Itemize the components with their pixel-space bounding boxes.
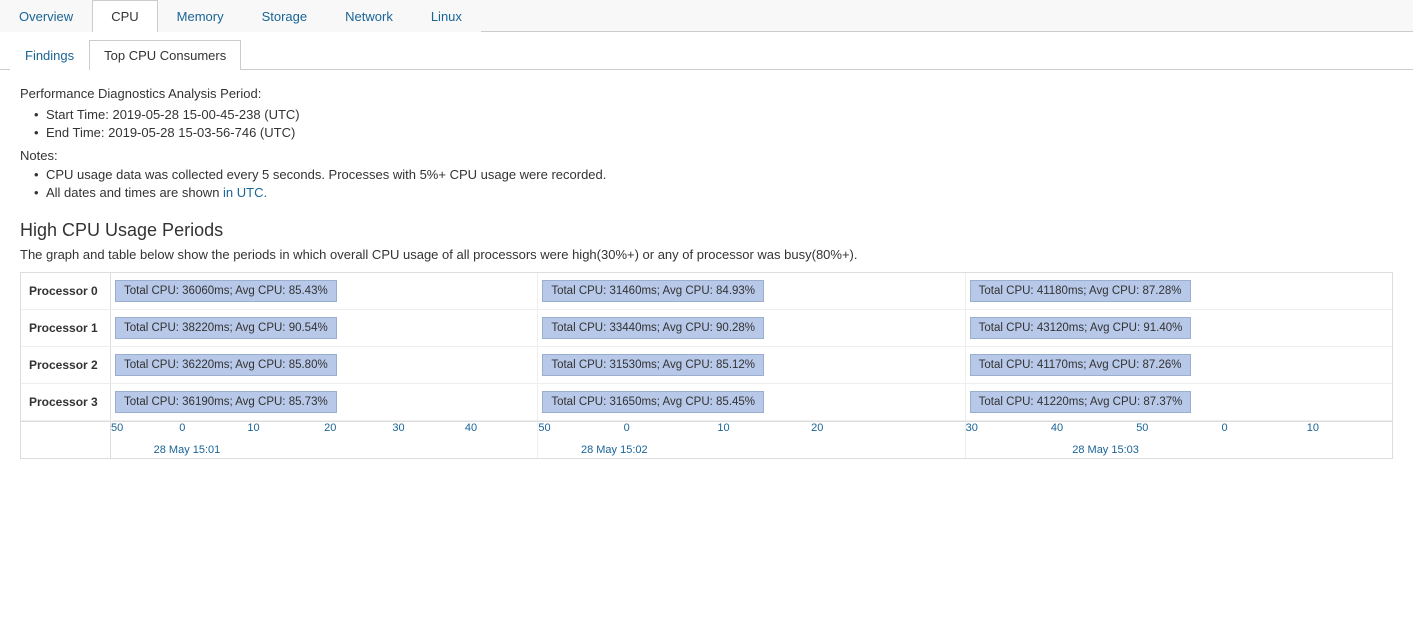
- processor-3-bar-2: Total CPU: 41220ms; Avg CPU: 87.37%: [970, 391, 1192, 413]
- processor-3-cells: Total CPU: 36190ms; Avg CPU: 85.73% Tota…: [111, 384, 1392, 420]
- cpu-chart-table: Processor 0 Total CPU: 36060ms; Avg CPU:…: [20, 272, 1393, 459]
- x-tick-10-2: 10: [717, 422, 729, 434]
- processor-1-seg-1: Total CPU: 33440ms; Avg CPU: 90.28%: [538, 310, 965, 346]
- processor-2-bar-2: Total CPU: 41170ms; Avg CPU: 87.26%: [970, 354, 1191, 376]
- processor-1-label: Processor 1: [21, 310, 111, 346]
- x-seg-1: 50 0 10 20 30 40 28 May 15:01: [111, 422, 538, 458]
- x-axis-labels: 50 0 10 20 30 40 28 May 15:01 50 0 10 20…: [111, 422, 1392, 458]
- processor-3-bar-0: Total CPU: 36190ms; Avg CPU: 85.73%: [115, 391, 337, 413]
- processor-0-bar-0: Total CPU: 36060ms; Avg CPU: 85.43%: [115, 280, 337, 302]
- sub-tab-bar: Findings Top CPU Consumers: [0, 40, 1413, 70]
- processor-2-seg-1: Total CPU: 31530ms; Avg CPU: 85.12%: [538, 347, 965, 383]
- processor-2-bar-1: Total CPU: 31530ms; Avg CPU: 85.12%: [542, 354, 764, 376]
- processor-2-seg-2: Total CPU: 41170ms; Avg CPU: 87.26%: [966, 347, 1392, 383]
- processor-0-seg-0: Total CPU: 36060ms; Avg CPU: 85.43%: [111, 273, 538, 309]
- x-tick-30-3: 30: [966, 422, 978, 434]
- processor-0-row: Processor 0 Total CPU: 36060ms; Avg CPU:…: [21, 273, 1392, 310]
- processor-3-seg-0: Total CPU: 36190ms; Avg CPU: 85.73%: [111, 384, 538, 420]
- processor-0-cells: Total CPU: 36060ms; Avg CPU: 85.43% Tota…: [111, 273, 1392, 309]
- tab-findings[interactable]: Findings: [10, 40, 89, 70]
- processor-0-bar-1: Total CPU: 31460ms; Avg CPU: 84.93%: [542, 280, 764, 302]
- x-tick-50-1: 50: [111, 422, 123, 434]
- x-tick-30-1: 30: [392, 422, 404, 434]
- processor-0-label: Processor 0: [21, 273, 111, 309]
- processor-1-row: Processor 1 Total CPU: 38220ms; Avg CPU:…: [21, 310, 1392, 347]
- processor-3-row: Processor 3 Total CPU: 36190ms; Avg CPU:…: [21, 384, 1392, 421]
- x-tick-20-1: 20: [324, 422, 336, 434]
- note-2: All dates and times are shown in UTC.: [36, 185, 1393, 200]
- x-axis-spacer: [21, 422, 111, 458]
- processor-0-bar-2: Total CPU: 41180ms; Avg CPU: 87.28%: [970, 280, 1191, 302]
- processor-3-label: Processor 3: [21, 384, 111, 420]
- processor-1-bar-2: Total CPU: 43120ms; Avg CPU: 91.40%: [970, 317, 1192, 339]
- tab-overview[interactable]: Overview: [0, 0, 92, 32]
- x-tick-50-2: 50: [538, 422, 550, 434]
- processor-2-row: Processor 2 Total CPU: 36220ms; Avg CPU:…: [21, 347, 1392, 384]
- notes-label: Notes:: [20, 148, 1393, 163]
- tab-top-cpu-consumers[interactable]: Top CPU Consumers: [89, 40, 241, 70]
- x-date-3: 28 May 15:03: [1072, 444, 1139, 456]
- tab-cpu[interactable]: CPU: [92, 0, 157, 32]
- processor-2-label: Processor 2: [21, 347, 111, 383]
- x-seg-3: 30 40 50 0 10 28 May 15:03: [966, 422, 1392, 458]
- top-tab-bar: Overview CPU Memory Storage Network Linu…: [0, 0, 1413, 32]
- tab-storage[interactable]: Storage: [243, 0, 327, 32]
- x-seg-2: 50 0 10 20 28 May 15:02: [538, 422, 965, 458]
- processor-1-bar-0: Total CPU: 38220ms; Avg CPU: 90.54%: [115, 317, 337, 339]
- tab-linux[interactable]: Linux: [412, 0, 481, 32]
- period-label: Performance Diagnostics Analysis Period:: [20, 86, 1393, 101]
- x-tick-0-2: 0: [624, 422, 630, 434]
- x-date-1: 28 May 15:01: [154, 444, 221, 456]
- start-time: Start Time: 2019-05-28 15-00-45-238 (UTC…: [36, 107, 1393, 122]
- processor-0-seg-2: Total CPU: 41180ms; Avg CPU: 87.28%: [966, 273, 1392, 309]
- processor-0-seg-1: Total CPU: 31460ms; Avg CPU: 84.93%: [538, 273, 965, 309]
- x-tick-40-1: 40: [465, 422, 477, 434]
- section-title: High CPU Usage Periods: [20, 220, 1393, 241]
- end-time: End Time: 2019-05-28 15-03-56-746 (UTC): [36, 125, 1393, 140]
- x-tick-0-1: 0: [179, 422, 185, 434]
- tab-memory[interactable]: Memory: [158, 0, 243, 32]
- analysis-period-section: Performance Diagnostics Analysis Period:…: [20, 86, 1393, 200]
- x-date-2: 28 May 15:02: [581, 444, 648, 456]
- tab-network[interactable]: Network: [326, 0, 412, 32]
- x-tick-0-3: 0: [1221, 422, 1227, 434]
- period-list: Start Time: 2019-05-28 15-00-45-238 (UTC…: [20, 107, 1393, 140]
- x-tick-20-2: 20: [811, 422, 823, 434]
- processor-1-seg-0: Total CPU: 38220ms; Avg CPU: 90.54%: [111, 310, 538, 346]
- processor-2-cells: Total CPU: 36220ms; Avg CPU: 85.80% Tota…: [111, 347, 1392, 383]
- notes-list: CPU usage data was collected every 5 sec…: [20, 167, 1393, 200]
- x-tick-10-3: 10: [1307, 422, 1319, 434]
- x-axis-row: 50 0 10 20 30 40 28 May 15:01 50 0 10 20…: [21, 421, 1392, 458]
- x-tick-10-1: 10: [247, 422, 259, 434]
- section-desc: The graph and table below show the perio…: [20, 247, 1393, 262]
- main-content: Performance Diagnostics Analysis Period:…: [0, 70, 1413, 475]
- processor-3-seg-2: Total CPU: 41220ms; Avg CPU: 87.37%: [966, 384, 1392, 420]
- utc-link: in UTC.: [223, 185, 267, 200]
- x-tick-50-3: 50: [1136, 422, 1148, 434]
- processor-3-seg-1: Total CPU: 31650ms; Avg CPU: 85.45%: [538, 384, 965, 420]
- note-1: CPU usage data was collected every 5 sec…: [36, 167, 1393, 182]
- x-tick-40-3: 40: [1051, 422, 1063, 434]
- processor-1-bar-1: Total CPU: 33440ms; Avg CPU: 90.28%: [542, 317, 764, 339]
- processor-1-cells: Total CPU: 38220ms; Avg CPU: 90.54% Tota…: [111, 310, 1392, 346]
- processor-2-bar-0: Total CPU: 36220ms; Avg CPU: 85.80%: [115, 354, 337, 376]
- processor-2-seg-0: Total CPU: 36220ms; Avg CPU: 85.80%: [111, 347, 538, 383]
- processor-1-seg-2: Total CPU: 43120ms; Avg CPU: 91.40%: [966, 310, 1392, 346]
- processor-3-bar-1: Total CPU: 31650ms; Avg CPU: 85.45%: [542, 391, 764, 413]
